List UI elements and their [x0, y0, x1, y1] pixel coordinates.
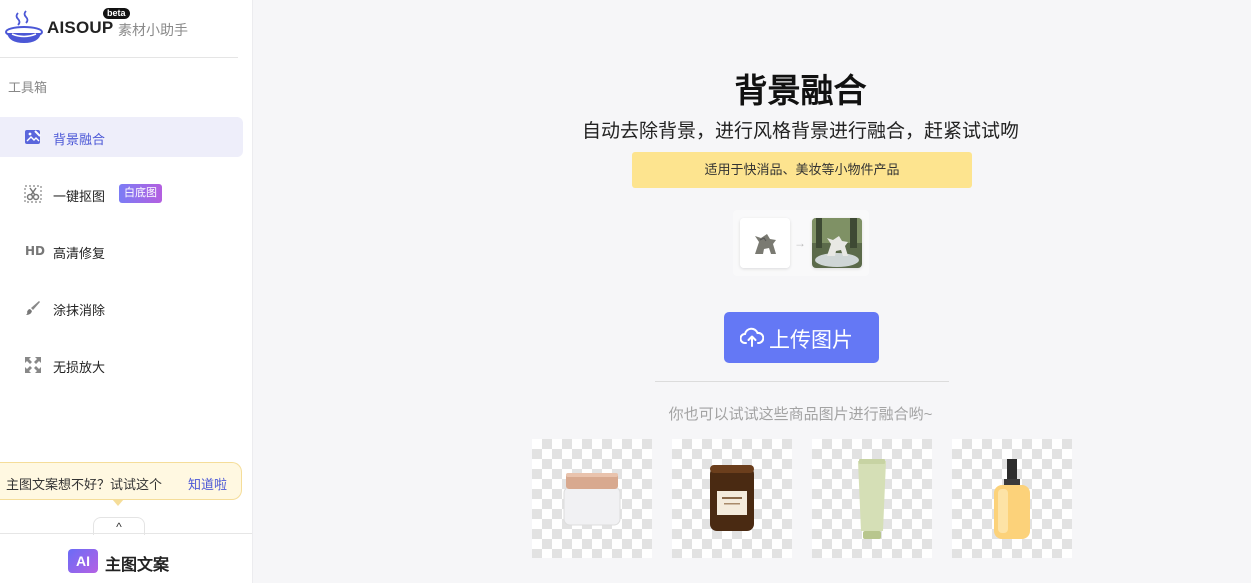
sample-candle-jar[interactable]: [672, 439, 792, 558]
expand-icon: [25, 357, 41, 373]
sidebar-item-upscale[interactable]: 无损放大: [0, 345, 243, 385]
white-bg-badge: 白底图: [119, 184, 162, 203]
hd-icon: HD: [25, 244, 46, 258]
sample-hint: 你也可以试试这些商品图片进行融合哟~: [668, 406, 933, 423]
sample-cream-jar[interactable]: [532, 439, 652, 558]
demo-before-image: [740, 218, 790, 268]
divider: [0, 533, 252, 534]
soup-bowl-icon: [5, 10, 43, 43]
tip-text: 主图文案想不好？试试这个: [6, 477, 163, 492]
divider: [655, 381, 949, 382]
ai-copywriting-label: 主图文案: [105, 557, 170, 574]
page-subtitle: 自动去除背景，进行风格背景进行融合，赶紧试试吻: [581, 121, 1019, 142]
sidebar-item-label: 无损放大: [53, 360, 106, 375]
tip-dismiss-link[interactable]: 知道啦: [188, 474, 227, 493]
divider: [0, 57, 238, 58]
logo-name: AISOUP: [47, 18, 114, 37]
scissors-icon: [24, 185, 42, 203]
logo[interactable]: AISOUP beta 素材小助手: [0, 0, 252, 58]
upload-image-button[interactable]: 上传图片: [724, 312, 879, 363]
brush-icon: [26, 301, 40, 315]
sample-cream-tube[interactable]: [812, 439, 932, 558]
sidebar-item-hd-repair[interactable]: HD 高清修复: [0, 231, 243, 271]
arrow-right-icon: →: [794, 236, 806, 250]
cloud-upload-icon: [740, 327, 764, 347]
beta-badge: beta: [103, 8, 130, 19]
applicability-note: 适用于快消品、美妆等小物件产品: [632, 152, 972, 188]
demo-example: →: [733, 210, 869, 276]
chevron-up-icon: ^: [116, 520, 122, 534]
sidebar-item-erase[interactable]: 涂抹消除: [0, 288, 243, 328]
logo-subtitle: 素材小助手: [118, 22, 188, 38]
sidebar-item-cutout[interactable]: 一键抠图 白底图: [0, 174, 243, 214]
demo-after-image: [812, 218, 862, 268]
sidebar-item-label: 涂抹消除: [53, 303, 106, 318]
tip-banner: 主图文案想不好？试试这个 知道啦: [0, 462, 242, 500]
page-title: 背景融合: [734, 72, 867, 109]
upload-button-label: 上传图片: [769, 329, 853, 352]
sidebar-item-label: 高清修复: [53, 246, 106, 261]
sidebar-item-label: 一键抠图: [53, 189, 106, 204]
tip-pointer: [112, 499, 124, 506]
sample-pump-bottle[interactable]: [952, 439, 1072, 558]
ai-badge: AI: [68, 549, 98, 573]
